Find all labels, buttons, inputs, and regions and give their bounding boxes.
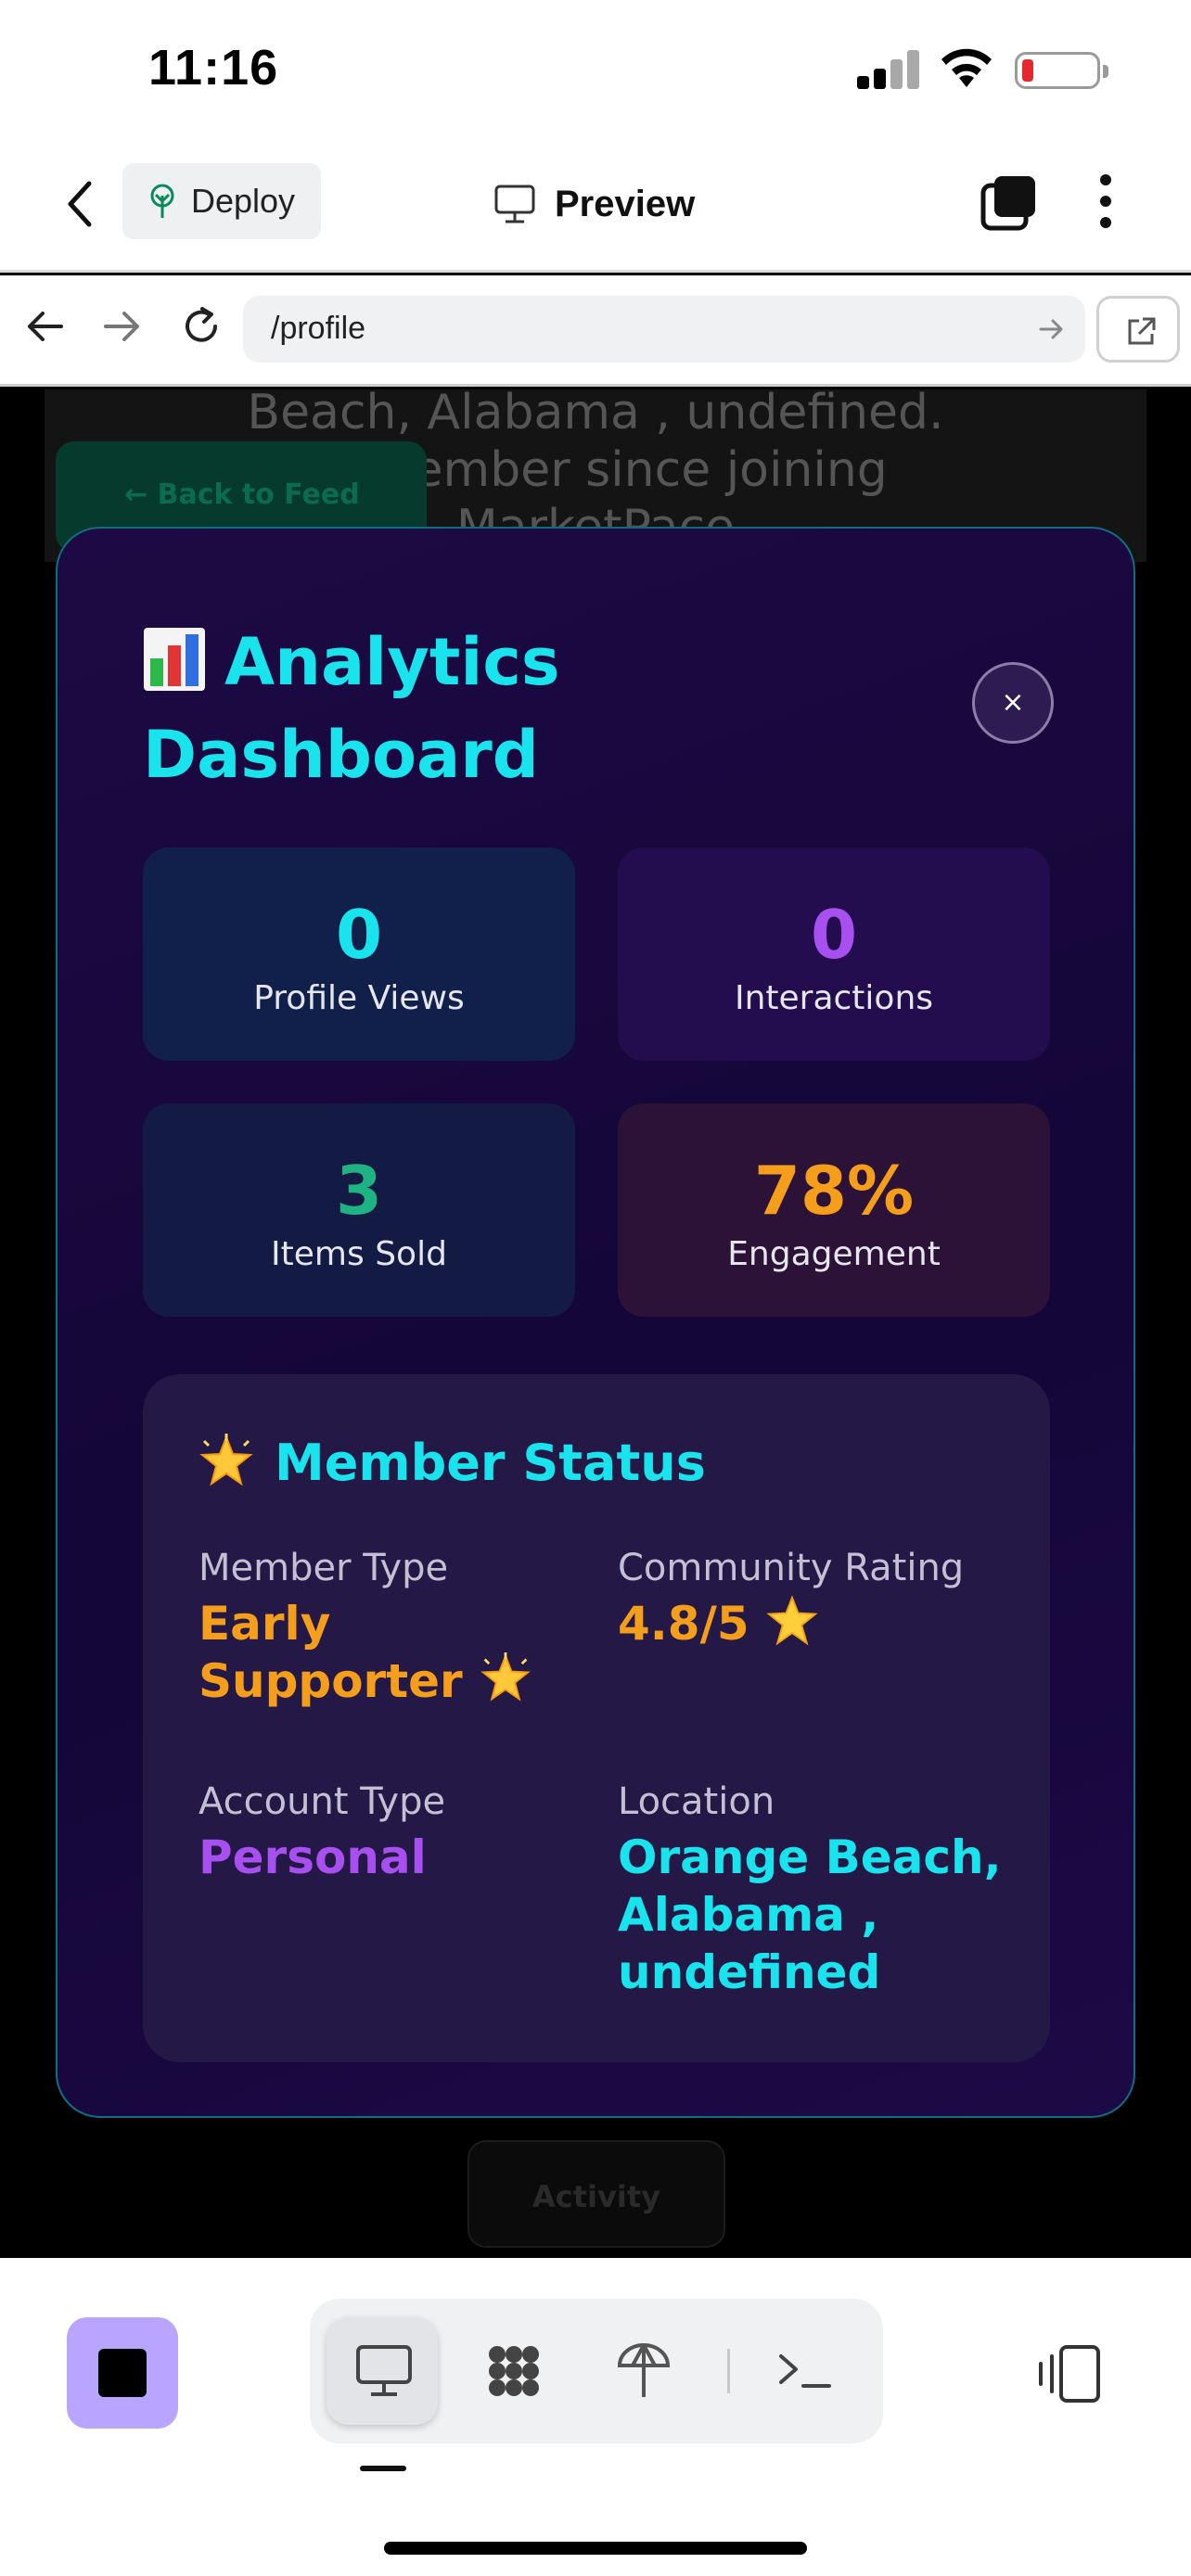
status-time: 11:16: [148, 40, 279, 96]
preview-tab[interactable]: Preview: [493, 176, 695, 232]
reload-icon[interactable]: [178, 303, 224, 350]
member-status-card: Member Status Member Type Early Supporte…: [143, 1374, 1050, 2062]
bar-chart-icon: [144, 628, 205, 691]
community-rating-label: Community Rating: [618, 1547, 965, 1589]
back-chevron-icon[interactable]: [58, 176, 104, 232]
modal-title: Analytics Dashboard: [143, 616, 811, 801]
tabs-icon[interactable]: [980, 172, 1039, 232]
tool-group: [310, 2299, 883, 2443]
arrow-back-icon[interactable]: [22, 303, 69, 350]
account-type-value: Personal: [198, 1830, 427, 1884]
stat-label: Engagement: [727, 1235, 941, 1273]
status-bar: 11:16: [0, 0, 1191, 139]
stat-value: 3: [335, 1152, 383, 1230]
arrow-forward-icon[interactable]: [98, 303, 145, 350]
activity-button: Activity: [467, 2140, 725, 2248]
background-text: Beach, Alabama , undefined.: [247, 389, 944, 440]
stop-icon: [98, 2349, 147, 2397]
external-link-icon: [1128, 317, 1156, 345]
battery-icon: [1015, 52, 1108, 89]
deploy-tool-button[interactable]: [586, 2317, 698, 2425]
member-type-label: Member Type: [198, 1547, 449, 1589]
glowing-star-icon: [480, 1652, 531, 1702]
cellular-signal-icon: [857, 48, 920, 89]
toolbar-divider: [727, 2349, 730, 2393]
home-indicator: [384, 2542, 807, 2555]
shell-tool-button[interactable]: [748, 2317, 859, 2425]
bottom-toolbar: [0, 2258, 1191, 2576]
member-type-field: Member Type Early Supporter: [198, 1545, 607, 1710]
community-rating-field: Community Rating 4.8/5: [618, 1545, 1026, 1652]
location-value: Orange Beach, Alabama , undefined: [618, 1830, 1002, 1999]
analytics-modal: Analytics Dashboard × 0 Profile Views 0 …: [56, 527, 1135, 2118]
wifi-icon: [941, 48, 992, 87]
deploy-icon: [617, 2343, 671, 2397]
member-status-title: Member Status: [198, 1434, 706, 1492]
member-type-value: Early Supporter: [198, 1595, 588, 1710]
active-tab-indicator: [360, 2466, 406, 2471]
star-icon: [765, 1595, 818, 1646]
app-bar: Deploy Preview: [0, 139, 1191, 273]
preview-label: Preview: [555, 183, 696, 224]
community-rating-value-text: 4.8/5: [618, 1597, 749, 1651]
more-options-icon[interactable]: [1095, 174, 1117, 232]
workspace-tool-button[interactable]: [456, 2317, 568, 2425]
glowing-star-icon: [199, 1434, 253, 1486]
member-status-title-text: Member Status: [275, 1434, 706, 1492]
terminal-icon: [779, 2354, 831, 2388]
stat-card-profile-views: 0 Profile Views: [143, 848, 575, 1061]
go-arrow-icon[interactable]: [1037, 314, 1067, 344]
stat-card-items-sold: 3 Items Sold: [143, 1103, 575, 1317]
stat-value: 78%: [753, 1152, 915, 1230]
monitor-icon: [494, 185, 535, 223]
url-input[interactable]: /profile: [243, 296, 1085, 363]
open-external-button[interactable]: [1096, 296, 1180, 363]
location-label: Location: [618, 1780, 775, 1823]
stat-label: Profile Views: [253, 979, 465, 1017]
stat-card-engagement: 78% Engagement: [618, 1103, 1050, 1317]
preview-tool-button[interactable]: [327, 2317, 438, 2425]
location-field: Location Orange Beach, Alabama , undefin…: [618, 1779, 1017, 2001]
stat-label: Interactions: [734, 979, 934, 1017]
stat-card-interactions: 0 Interactions: [618, 848, 1050, 1061]
account-type-label: Account Type: [198, 1780, 446, 1823]
device-layout-icon[interactable]: [1035, 2343, 1102, 2404]
community-rating-value: 4.8/5: [618, 1595, 1026, 1652]
deploy-button[interactable]: Deploy: [122, 163, 321, 239]
url-text: /profile: [271, 311, 366, 346]
monitor-icon: [356, 2345, 412, 2396]
stop-button[interactable]: [67, 2317, 178, 2429]
stat-value: 0: [810, 896, 858, 974]
account-type-field: Account Type Personal: [198, 1779, 607, 1886]
stat-value: 0: [335, 896, 383, 974]
url-bar: /profile: [0, 275, 1191, 387]
deploy-icon: [150, 184, 174, 218]
close-button[interactable]: ×: [972, 662, 1054, 744]
deploy-label: Deploy: [191, 182, 296, 220]
stat-label: Items Sold: [271, 1235, 447, 1273]
grid-blob-icon: [489, 2346, 539, 2396]
member-type-value-text: Early Supporter: [198, 1597, 463, 1708]
